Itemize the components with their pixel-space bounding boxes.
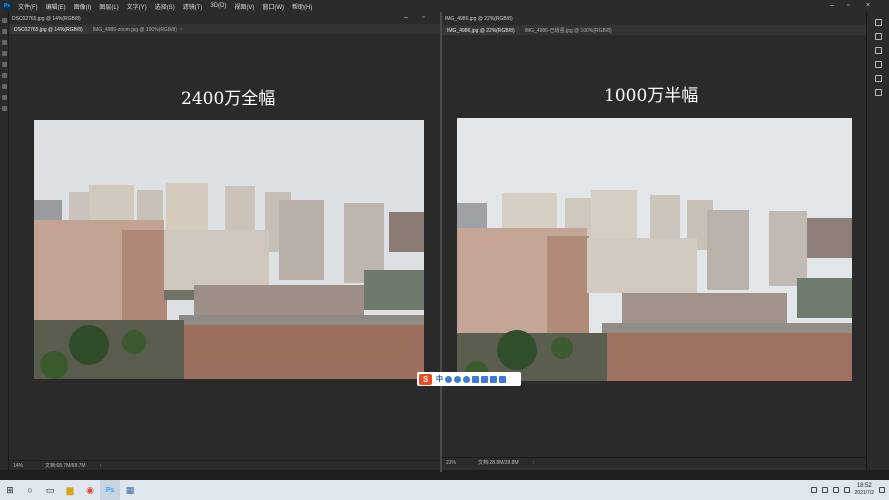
right-doc-info: 文档:28.8M/28.8M (478, 460, 519, 466)
right-tab-2[interactable]: IMG_4986-已增强.jpg @ 100%(RGB/8) (520, 26, 617, 35)
brush-tool-icon[interactable] (2, 62, 7, 67)
history-panel-icon[interactable] (874, 89, 882, 96)
crop-tool-icon[interactable] (2, 51, 7, 56)
punctuation-icon[interactable] (445, 375, 452, 383)
microphone-icon[interactable] (463, 375, 470, 383)
clock-time: 18:52 (856, 483, 872, 489)
layers-panel-icon[interactable] (874, 47, 882, 54)
task-view-icon[interactable]: ▭ (40, 480, 60, 500)
menu-view[interactable]: 视图(V) (230, 2, 258, 11)
menu-3d[interactable]: 3D(D) (206, 3, 230, 9)
panels-dock (866, 12, 889, 470)
system-tray: 18:52 2021/7/2 (810, 480, 885, 500)
left-zoom-level[interactable]: 14% (9, 463, 39, 469)
calculator-icon[interactable]: ▦ (120, 480, 140, 500)
left-tab-1[interactable]: DSC02765.jpg @ 14%(RGB/8) (9, 26, 88, 34)
text-tool-icon[interactable] (2, 84, 7, 89)
ime-tray-icon[interactable] (843, 487, 850, 493)
left-photo-illustration (34, 120, 424, 379)
right-zoom-level[interactable]: 22% (442, 460, 472, 466)
network-icon[interactable] (821, 487, 828, 493)
menu-file[interactable]: 文件(F) (14, 2, 42, 11)
app-restore-icon[interactable]: ▫ (847, 2, 849, 9)
menu-layer[interactable]: 图层(L) (95, 2, 122, 11)
minimize-icon[interactable]: ‒ (404, 14, 408, 21)
right-status-arrow[interactable]: › (533, 460, 535, 466)
right-city-photo (457, 118, 852, 381)
left-status-arrow[interactable]: › (100, 463, 102, 469)
properties-panel-icon[interactable] (874, 19, 882, 26)
search-icon[interactable]: ○ (20, 480, 40, 500)
right-tab-bar: IMG_4986.jpg @ 22%(RGB/8) IMG_4986-已增强.j… (442, 25, 866, 35)
tray-expand-icon[interactable] (810, 487, 817, 493)
menu-window[interactable]: 窗口(W) (258, 2, 288, 11)
adjustments-panel-icon[interactable] (874, 33, 882, 40)
right-tab-1[interactable]: IMG_4986.jpg @ 22%(RGB/8) (442, 27, 520, 35)
left-tab-1-label: DSC02765.jpg @ 14%(RGB/8) (14, 27, 83, 33)
menu-image[interactable]: 图像(I) (70, 2, 96, 11)
left-canvas[interactable]: 2400万全幅 (9, 34, 440, 460)
taskbar: ⊞ ○ ▭ ▆ ◉ Ps ▦ 18:52 2021/7/2 (0, 480, 889, 500)
right-caption: 1000万半幅 (604, 86, 699, 106)
move-tool-icon[interactable] (2, 18, 7, 23)
right-tab-1-label: IMG_4986.jpg @ 22%(RGB/8) (447, 28, 515, 34)
right-window-titlebar: IMG_4986.jpg @ 22%(RGB/8) (442, 12, 866, 25)
clock[interactable]: 18:52 2021/7/2 (855, 483, 874, 497)
volume-icon[interactable] (832, 487, 839, 493)
tools-panel (0, 12, 9, 470)
toolbox-icon[interactable] (490, 375, 497, 383)
paths-panel-icon[interactable] (874, 75, 882, 82)
emoji-icon[interactable] (454, 375, 461, 383)
app-close-icon[interactable]: × (866, 2, 870, 9)
right-tab-2-label: IMG_4986-已增强.jpg @ 100%(RGB/8) (524, 28, 612, 34)
ime-language[interactable]: 中 (436, 374, 443, 384)
menu-grid-icon[interactable] (499, 375, 506, 383)
menu-type[interactable]: 文字(Y) (123, 2, 151, 11)
right-photo-illustration (457, 118, 852, 381)
menu-edit[interactable]: 编辑(E) (42, 2, 70, 11)
hand-tool-icon[interactable] (2, 95, 7, 100)
right-window-title: IMG_4986.jpg @ 22%(RGB/8) (445, 15, 513, 22)
lasso-tool-icon[interactable] (2, 40, 7, 45)
restore-icon[interactable]: ▫ (422, 14, 424, 21)
left-status-bar: 14% 文档:68.7M/68.7M › (9, 460, 440, 470)
left-tab-2[interactable]: IMG_4986-zoom.jpg @ 100%(RGB/8) × (88, 26, 188, 34)
notification-icon[interactable] (879, 487, 885, 493)
left-window-title: DSC02765.jpg @ 14%(RGB/8) (12, 15, 81, 22)
zoom-tool-icon[interactable] (2, 106, 7, 111)
windows-icon[interactable]: ⊞ (0, 480, 20, 500)
left-city-photo (34, 120, 424, 379)
left-doc-info: 文档:68.7M/68.7M (45, 463, 86, 469)
left-caption: 2400万全幅 (181, 89, 276, 109)
photoshop-logo-icon: Ps (2, 1, 12, 11)
right-document: IMG_4986.jpg @ 22%(RGB/8) IMG_4986-已增强.j… (442, 25, 866, 470)
skin-icon[interactable] (481, 375, 488, 383)
channels-panel-icon[interactable] (874, 61, 882, 68)
close-icon[interactable]: × (180, 27, 183, 33)
left-tab-2-label: IMG_4986-zoom.jpg @ 100%(RGB/8) (92, 27, 177, 33)
folder-icon[interactable]: ▆ (60, 480, 80, 500)
menu-select[interactable]: 选择(S) (151, 2, 179, 11)
marquee-tool-icon[interactable] (2, 29, 7, 34)
left-tab-bar: DSC02765.jpg @ 14%(RGB/8) IMG_4986-zoom.… (9, 24, 440, 34)
keyboard-icon[interactable] (472, 375, 479, 383)
right-canvas[interactable]: 1000万半幅 (442, 35, 866, 457)
ime-toolbar[interactable]: S 中 (417, 372, 521, 386)
chrome-icon[interactable]: ◉ (80, 480, 100, 500)
sogou-logo-icon[interactable]: S (419, 373, 432, 385)
clock-date: 2021/7/2 (854, 490, 874, 496)
right-status-bar: 22% 文档:28.8M/28.8M › (442, 457, 866, 467)
photoshop-icon[interactable]: Ps (100, 480, 120, 500)
menu-help[interactable]: 帮助(H) (288, 2, 316, 11)
left-document: DSC02765.jpg @ 14%(RGB/8) IMG_4986-zoom.… (9, 24, 440, 470)
app-minimize-icon[interactable]: ‒ (830, 2, 834, 9)
menu-filter[interactable]: 滤镜(T) (179, 2, 207, 11)
eraser-tool-icon[interactable] (2, 73, 7, 78)
menu-bar: Ps 文件(F) 编辑(E) 图像(I) 图层(L) 文字(Y) 选择(S) 滤… (0, 0, 889, 12)
